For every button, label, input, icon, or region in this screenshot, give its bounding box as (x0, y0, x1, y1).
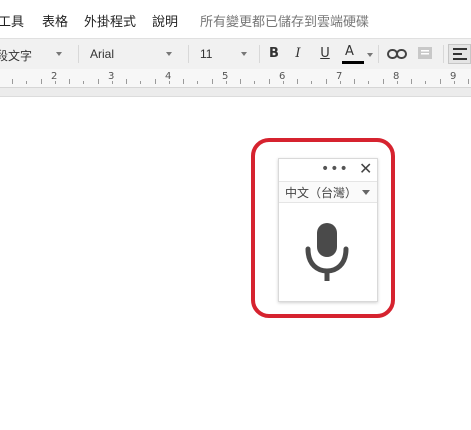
ruler-tick (425, 81, 427, 84)
page-gutter (0, 88, 471, 97)
ruler-tick (183, 79, 184, 84)
align-left-icon (452, 48, 467, 60)
more-options-icon[interactable]: ••• (321, 161, 349, 177)
chevron-down-icon (362, 190, 370, 195)
ruler-tick (40, 79, 42, 84)
document-page[interactable] (0, 97, 471, 430)
menu-addons[interactable]: 外掛程式 (84, 11, 136, 30)
microphone-button[interactable] (303, 221, 353, 289)
toolbar-divider (188, 45, 189, 63)
microphone-icon (305, 223, 349, 281)
ruler-tick (254, 81, 256, 84)
ruler-tick (168, 81, 170, 84)
menu-bar: 工具 表格 外掛程式 說明 所有變更都已儲存到雲端硬碟 (0, 0, 471, 38)
ruler-tick (69, 79, 70, 84)
chevron-down-icon (56, 52, 62, 56)
comment-icon (418, 47, 432, 59)
link-icon (387, 49, 407, 59)
ruler-tick (83, 81, 85, 84)
chevron-down-icon (241, 52, 247, 56)
link-button[interactable] (386, 44, 408, 64)
text-color-letter: A (345, 44, 354, 59)
font-size-value: 11 (200, 47, 213, 61)
toolbar-divider (259, 45, 260, 63)
ruler-tick (439, 79, 441, 84)
paragraph-style-select[interactable]: 段文字 (0, 44, 68, 64)
ruler-tick (311, 81, 313, 84)
ruler-tick (126, 79, 127, 84)
text-color-button[interactable]: A (342, 44, 364, 64)
ruler-tick (453, 81, 455, 84)
ruler-tick (225, 81, 227, 84)
ruler-tick (26, 81, 28, 84)
font-select[interactable]: Arial (90, 44, 174, 64)
chevron-down-icon[interactable] (367, 53, 373, 57)
ruler-tick (54, 81, 56, 84)
underline-button[interactable]: U (317, 44, 333, 64)
ruler-tick (211, 79, 213, 84)
ruler-tick (140, 81, 142, 84)
ruler-tick (325, 79, 327, 84)
text-color-bar (342, 61, 364, 64)
ruler-tick (339, 81, 341, 84)
align-left-button[interactable] (448, 44, 471, 64)
ruler-tick (197, 81, 199, 84)
ruler-tick (411, 79, 412, 84)
toolbar-divider (378, 45, 379, 63)
font-value: Arial (90, 47, 115, 61)
toolbar: 段文字 Arial 11 B I U A (0, 38, 471, 69)
language-select[interactable]: 中文（台灣） (279, 181, 377, 203)
ruler-tick (368, 81, 370, 84)
ruler-tick (240, 79, 241, 84)
language-value: 中文（台灣） (285, 186, 358, 200)
chevron-down-icon (166, 52, 172, 56)
ruler-tick (268, 79, 270, 84)
ruler[interactable]: 2 3 4 5 6 7 8 9 (0, 69, 471, 88)
ruler-tick (97, 79, 99, 84)
ruler-tick (111, 81, 113, 84)
close-icon[interactable]: ✕ (359, 159, 372, 178)
comment-button[interactable] (415, 44, 435, 64)
paragraph-style-value: 段文字 (0, 49, 33, 63)
menu-table[interactable]: 表格 (42, 11, 68, 30)
ruler-tick (354, 79, 355, 84)
ruler-tick (282, 81, 284, 84)
voice-typing-panel: ••• ✕ 中文（台灣） (278, 158, 378, 302)
menu-tools[interactable]: 工具 (0, 11, 24, 30)
ruler-tick (297, 79, 298, 84)
menu-help[interactable]: 說明 (152, 11, 178, 30)
toolbar-divider (78, 45, 79, 63)
toolbar-divider (443, 45, 444, 63)
italic-button[interactable]: I (290, 44, 306, 64)
ruler-tick (468, 79, 469, 84)
ruler-tick (396, 81, 398, 84)
save-status[interactable]: 所有變更都已儲存到雲端硬碟 (200, 11, 369, 30)
ruler-tick (382, 79, 384, 84)
ruler-tick (12, 79, 13, 84)
ruler-tick (154, 79, 156, 84)
bold-button[interactable]: B (266, 44, 282, 64)
font-size-select[interactable]: 11 (200, 44, 250, 64)
